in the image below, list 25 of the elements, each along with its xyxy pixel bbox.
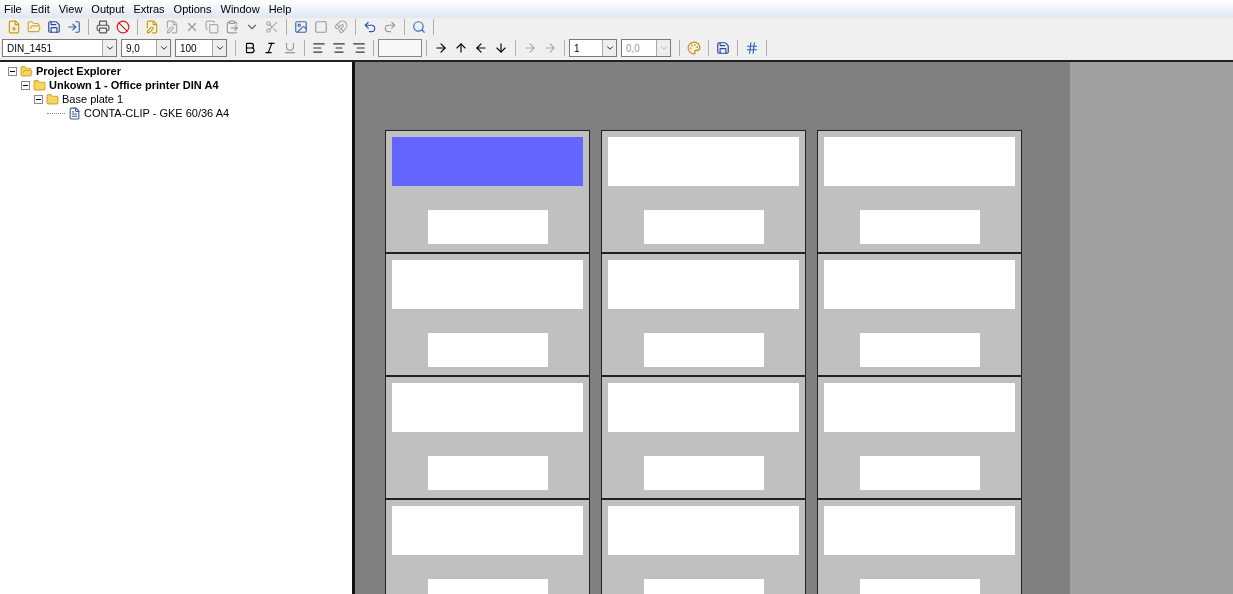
collapse-toggle-icon[interactable] — [8, 66, 17, 76]
color-field[interactable] — [378, 39, 422, 57]
menu-item[interactable]: Edit — [30, 0, 50, 18]
folder-icon — [46, 92, 59, 106]
dropdown-caret-icon — [658, 43, 669, 53]
step-dropdown[interactable]: 1 — [569, 39, 617, 57]
dropdown-caret-icon — [604, 43, 615, 53]
menu-item[interactable]: Extras — [133, 0, 165, 18]
dropdown-caret-icon — [158, 43, 169, 53]
folder-icon — [20, 64, 33, 78]
folder-icon — [33, 78, 46, 92]
collapse-toggle-icon[interactable] — [34, 94, 43, 104]
menu-item[interactable]: File — [4, 0, 22, 18]
collapse-toggle-icon[interactable] — [21, 80, 30, 90]
menu-item[interactable]: Options — [173, 0, 212, 18]
font-size-dropdown[interactable]: 9,0 — [121, 39, 171, 57]
zoom-dropdown[interactable]: 100 — [175, 39, 227, 57]
dropdown-caret-icon — [214, 43, 225, 53]
menu-item[interactable]: View — [58, 0, 83, 18]
document-icon — [68, 106, 81, 120]
dropdown-caret-icon — [104, 43, 115, 53]
font-dropdown[interactable]: DIN_1451 — [2, 39, 117, 57]
menu-item[interactable]: Help — [268, 0, 292, 18]
menu-item[interactable]: Output — [91, 0, 125, 18]
menu-item[interactable]: Window — [220, 0, 260, 18]
